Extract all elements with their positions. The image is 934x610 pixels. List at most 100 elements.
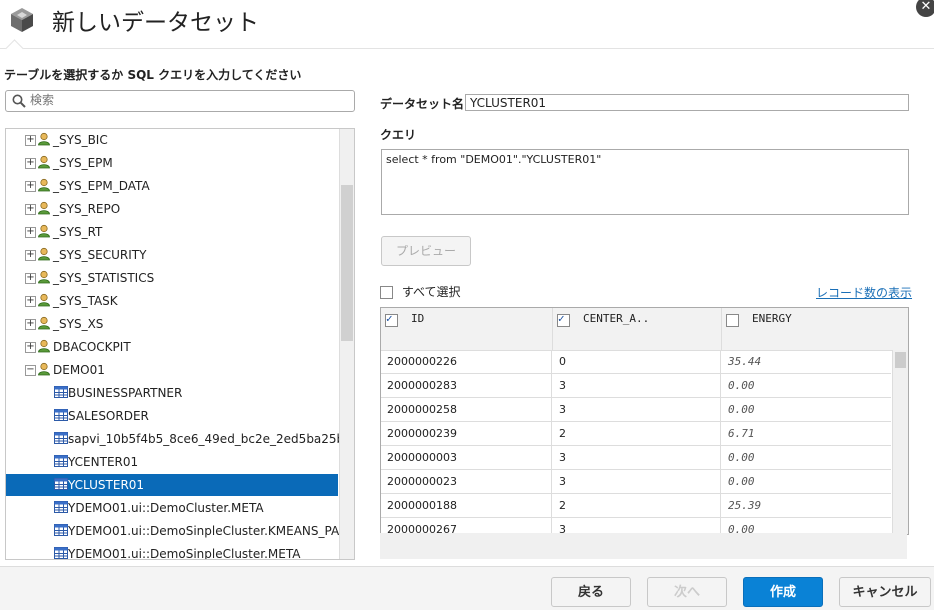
grid-header: ID CENTER_A.. ENERGY: [381, 308, 908, 351]
expand-icon[interactable]: +: [25, 296, 36, 307]
schema-user-icon: [38, 339, 50, 353]
cell-id: 2000000258: [381, 398, 552, 421]
tree-item[interactable]: SALESORDER: [6, 405, 336, 427]
schema-user-icon: [38, 132, 50, 146]
expand-icon[interactable]: +: [25, 158, 36, 169]
column-header-label: CENTER_A..: [583, 312, 650, 325]
schema-user-icon: [38, 293, 50, 307]
tree-item[interactable]: + _SYS_TASK: [6, 290, 336, 312]
expand-icon[interactable]: +: [25, 181, 36, 192]
expand-icon[interactable]: +: [25, 227, 36, 238]
select-all[interactable]: すべて選択: [380, 283, 461, 300]
cell-center: 3: [553, 398, 721, 421]
table-icon: [54, 455, 68, 467]
grid-scrollbar-thumb[interactable]: [895, 352, 906, 368]
expand-icon[interactable]: +: [25, 273, 36, 284]
table-icon: [54, 409, 68, 421]
column-checkbox-center[interactable]: [557, 312, 570, 327]
table-row: 2000000003 3 0.00: [381, 446, 893, 470]
cancel-button[interactable]: キャンセル: [839, 577, 931, 607]
dataset-name-input[interactable]: YCLUSTER01: [465, 94, 909, 111]
tree-item[interactable]: + _SYS_SECURITY: [6, 244, 336, 266]
tree-item-label: _SYS_RT: [53, 225, 103, 239]
query-textarea[interactable]: select * from "DEMO01"."YCLUSTER01": [381, 149, 909, 215]
tree-item-label: DEMO01: [53, 363, 105, 377]
column-header-energy[interactable]: ENERGY: [722, 308, 908, 350]
search-box[interactable]: [5, 90, 355, 112]
cell-center: 3: [553, 374, 721, 397]
collapse-icon[interactable]: −: [25, 365, 36, 376]
table-icon: [54, 478, 68, 490]
column-checkbox-energy[interactable]: [726, 314, 739, 327]
search-icon: [12, 94, 26, 108]
schema-user-icon: [38, 201, 50, 215]
tree-item[interactable]: + _SYS_XS: [6, 313, 336, 335]
cell-energy: 25.39: [722, 494, 893, 517]
create-button[interactable]: 作成: [743, 577, 823, 607]
cell-energy: 0.00: [722, 470, 893, 493]
cell-energy: 0.00: [722, 398, 893, 421]
tree-item[interactable]: + _SYS_BIC: [6, 129, 336, 151]
tree-item[interactable]: sapvi_10b5f4b5_8ce6_49ed_bc2e_2ed5ba25b8…: [6, 428, 354, 450]
expand-icon[interactable]: +: [25, 204, 36, 215]
table-row: 2000000239 2 6.71: [381, 422, 893, 446]
schema-user-icon: [38, 178, 50, 192]
cube-logo-icon: [11, 8, 33, 32]
table-icon: [54, 432, 68, 444]
next-button[interactable]: 次へ: [647, 577, 727, 607]
table-row: 2000000226 0 35.44: [381, 350, 893, 374]
tree-item[interactable]: YCLUSTER01: [6, 474, 338, 496]
tree-item[interactable]: + _SYS_EPM: [6, 152, 336, 174]
tree-item-label: _SYS_BIC: [53, 133, 108, 147]
cell-id: 2000000003: [381, 446, 552, 469]
expand-icon[interactable]: +: [25, 342, 36, 353]
schema-user-icon: [38, 316, 50, 330]
expand-icon[interactable]: +: [25, 135, 36, 146]
column-header-center[interactable]: CENTER_A..: [553, 308, 722, 350]
schema-tree[interactable]: + _SYS_BIC + _SYS_EPM + _SYS_EPM_DATA + _SYS_RE…: [5, 128, 355, 560]
tree-item[interactable]: + DBACOCKPIT: [6, 336, 336, 358]
tree-item[interactable]: YDEMO01.ui::DemoSinpleCluster.META: [6, 543, 336, 560]
close-icon[interactable]: ✕: [916, 0, 934, 17]
schema-user-icon: [38, 247, 50, 261]
schema-user-icon: [38, 362, 50, 376]
cell-center: 3: [553, 470, 721, 493]
tree-item[interactable]: + _SYS_STATISTICS: [6, 267, 336, 289]
cell-center: 3: [553, 446, 721, 469]
tree-item-label: BUSINESSPARTNER: [68, 386, 183, 400]
table-icon: [54, 386, 68, 398]
tree-item[interactable]: YDEMO01.ui::DemoSinpleCluster.KMEANS_PAR…: [6, 520, 354, 542]
expand-icon[interactable]: +: [25, 319, 36, 330]
column-checkbox-id[interactable]: [385, 312, 398, 327]
table-icon: [54, 547, 68, 559]
tree-item[interactable]: YCENTER01: [6, 451, 336, 473]
tree-scrollbar[interactable]: [339, 129, 354, 559]
cell-energy: 0.00: [722, 446, 893, 469]
table-icon: [54, 501, 68, 513]
expand-icon[interactable]: +: [25, 250, 36, 261]
tree-scrollbar-thumb[interactable]: [341, 185, 353, 341]
tree-item[interactable]: + _SYS_RT: [6, 221, 336, 243]
tree-item[interactable]: − DEMO01: [6, 359, 336, 381]
tree-item[interactable]: YDEMO01.ui::DemoCluster.META: [6, 497, 336, 519]
tree-item-label: YDEMO01.ui::DemoSinpleCluster.META: [68, 547, 301, 560]
table-row: 2000000283 3 0.00: [381, 374, 893, 398]
grid-scrollbar[interactable]: [892, 350, 908, 534]
back-button[interactable]: 戻る: [551, 577, 631, 607]
column-header-label: ID: [411, 312, 425, 325]
tree-item-label: DBACOCKPIT: [53, 340, 131, 354]
preview-grid[interactable]: ID CENTER_A.. ENERGY 2000000226035.44200…: [380, 307, 909, 535]
record-count-link[interactable]: レコード数の表示: [816, 284, 912, 301]
preview-button[interactable]: プレビュー: [381, 236, 471, 266]
tree-item[interactable]: BUSINESSPARTNER: [6, 382, 336, 404]
table-icon: [54, 524, 68, 536]
tree-item[interactable]: + _SYS_EPM_DATA: [6, 175, 336, 197]
tree-item[interactable]: + _SYS_REPO: [6, 198, 336, 220]
table-row: 2000000188 2 25.39: [381, 494, 893, 518]
column-header-id[interactable]: ID: [381, 308, 553, 350]
tree-item-label: sapvi_10b5f4b5_8ce6_49ed_bc2e_2ed5ba25b8…: [68, 432, 355, 446]
cell-energy: 6.71: [722, 422, 893, 445]
tree-item-label: YCLUSTER01: [68, 478, 145, 492]
select-all-checkbox[interactable]: [380, 286, 393, 299]
search-input[interactable]: [30, 92, 348, 108]
